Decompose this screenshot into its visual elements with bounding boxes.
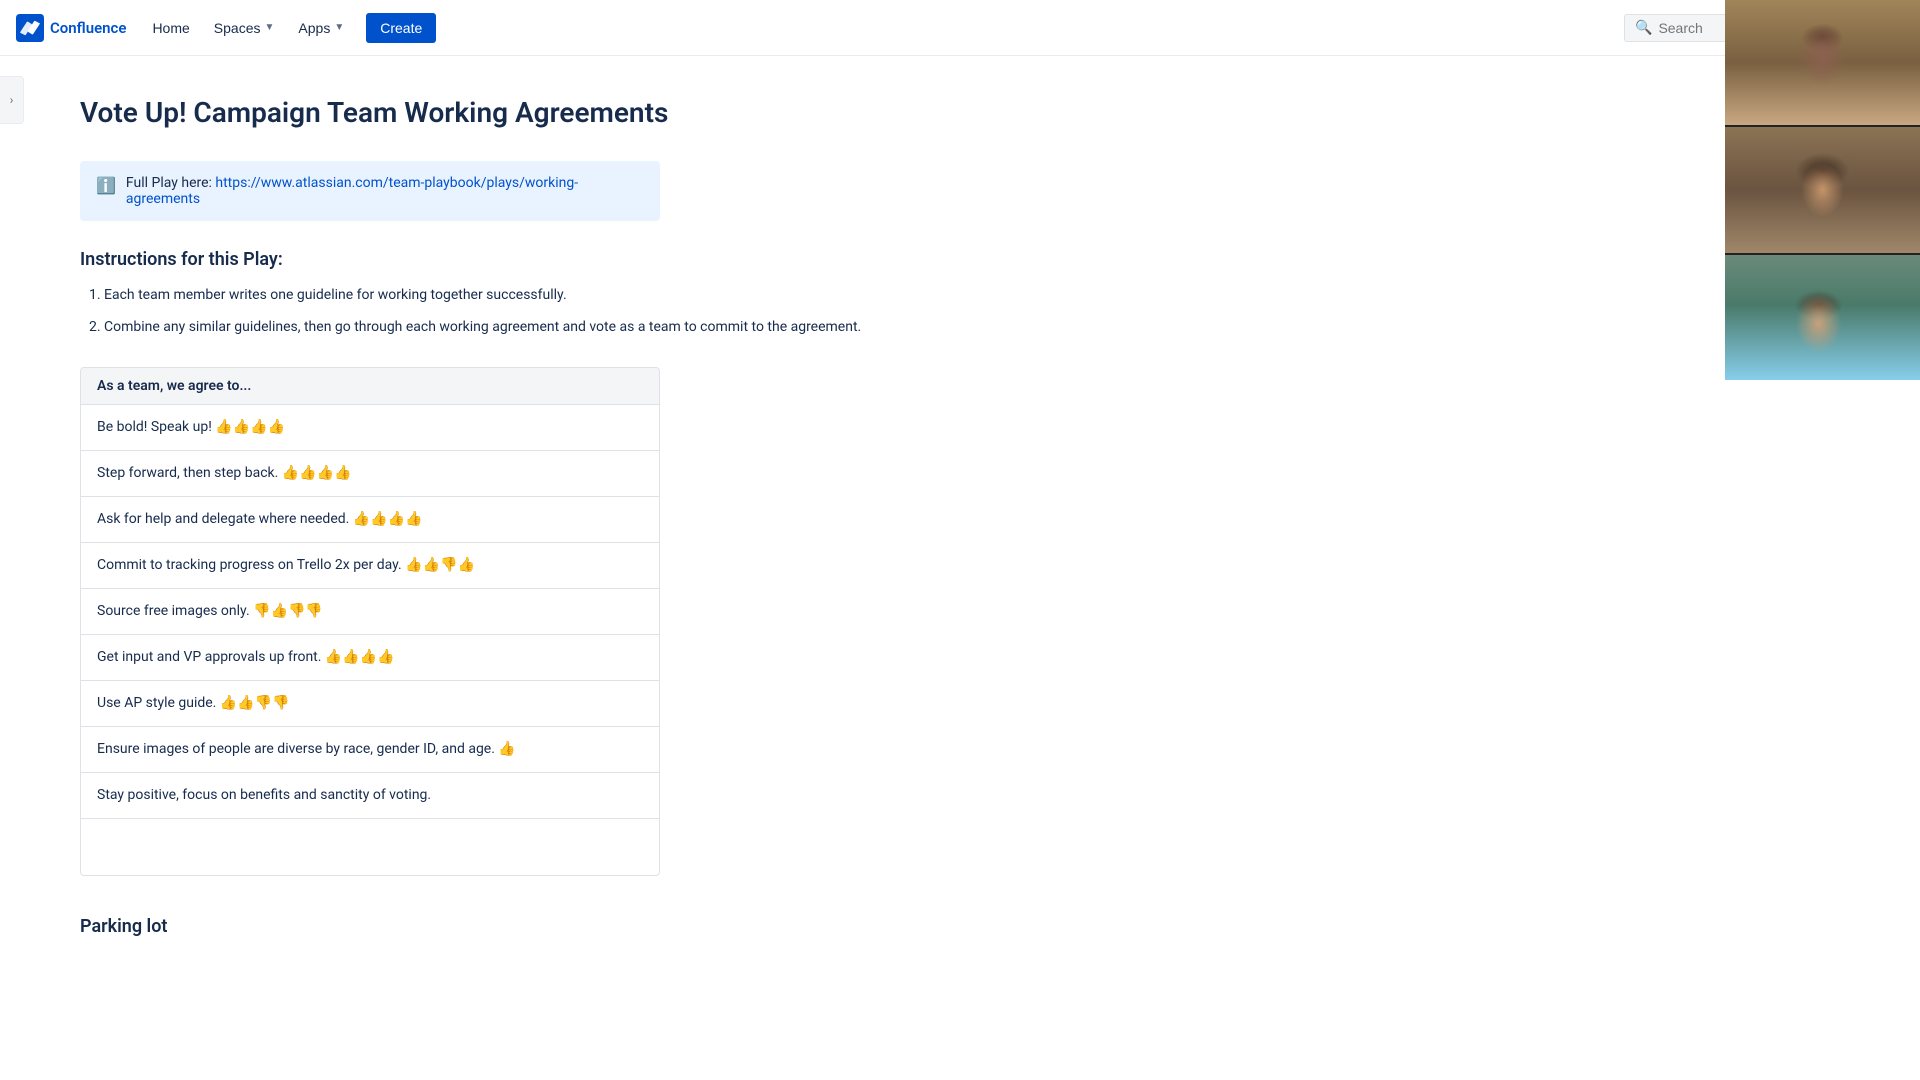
instruction-item-1: Each team member writes one guideline fo… — [104, 284, 1200, 306]
content-area: Vote Up! Campaign Team Working Agreement… — [0, 56, 1260, 997]
main-wrapper: Vote Up! Campaign Team Working Agreement… — [0, 56, 1920, 997]
instruction-item-2: Combine any similar guidelines, then go … — [104, 316, 1200, 338]
confluence-logo-icon — [16, 14, 44, 42]
info-text: Full Play here: https://www.atlassian.co… — [126, 175, 644, 207]
nav-links: Home Spaces ▼ Apps ▼ Create — [142, 13, 436, 43]
agreement-row-2: Step forward, then step back. 👍👍👍👍 — [81, 451, 659, 497]
agreement-row-4: Commit to tracking progress on Trello 2x… — [81, 543, 659, 589]
top-navigation: Confluence Home Spaces ▼ Apps ▼ Create 🔍… — [0, 0, 1920, 56]
video-panel — [1725, 0, 1920, 380]
spaces-link[interactable]: Spaces ▼ — [204, 14, 285, 42]
video-person-1 — [1725, 0, 1920, 125]
info-icon: ℹ️ — [96, 176, 116, 195]
agreement-row-5: Source free images only. 👎👍👎👎 — [81, 589, 659, 635]
instructions-heading: Instructions for this Play: — [80, 249, 1200, 270]
agreement-row-6: Get input and VP approvals up front. 👍👍👍… — [81, 635, 659, 681]
create-button[interactable]: Create — [366, 13, 436, 43]
parking-lot-heading: Parking lot — [80, 916, 1200, 937]
home-label: Home — [152, 20, 189, 36]
page-title: Vote Up! Campaign Team Working Agreement… — [80, 96, 1200, 129]
video-person-2 — [1725, 127, 1920, 252]
agreement-row-8: Ensure images of people are diverse by r… — [81, 727, 659, 773]
apps-link[interactable]: Apps ▼ — [288, 14, 354, 42]
confluence-wordmark: Confluence — [50, 19, 126, 37]
agreements-header: As a team, we agree to... — [81, 368, 659, 405]
sidebar-toggle-icon: › — [10, 93, 14, 107]
agreement-row-3: Ask for help and delegate where needed. … — [81, 497, 659, 543]
agreements-empty-space — [81, 819, 659, 875]
apps-label: Apps — [298, 20, 330, 36]
home-link[interactable]: Home — [142, 14, 199, 42]
video-tile-3 — [1725, 253, 1920, 380]
apps-chevron-icon: ▼ — [334, 22, 344, 33]
agreements-table: As a team, we agree to... Be bold! Speak… — [80, 367, 660, 876]
instructions-list: Each team member writes one guideline fo… — [80, 284, 1200, 339]
confluence-logo[interactable]: Confluence — [16, 14, 126, 42]
search-icon: 🔍 — [1635, 20, 1652, 36]
sidebar-toggle[interactable]: › — [0, 76, 24, 124]
video-tile-1 — [1725, 0, 1920, 125]
info-prefix: Full Play here: — [126, 175, 215, 191]
agreement-row-1: Be bold! Speak up! 👍👍👍👍 — [81, 405, 659, 451]
spaces-label: Spaces — [214, 20, 261, 36]
video-tile-2 — [1725, 125, 1920, 252]
agreement-row-9: Stay positive, focus on benefits and san… — [81, 773, 659, 819]
spaces-chevron-icon: ▼ — [265, 22, 275, 33]
info-box: ℹ️ Full Play here: https://www.atlassian… — [80, 161, 660, 221]
video-person-3 — [1725, 255, 1920, 380]
agreement-row-7: Use AP style guide. 👍👍👎👎 — [81, 681, 659, 727]
